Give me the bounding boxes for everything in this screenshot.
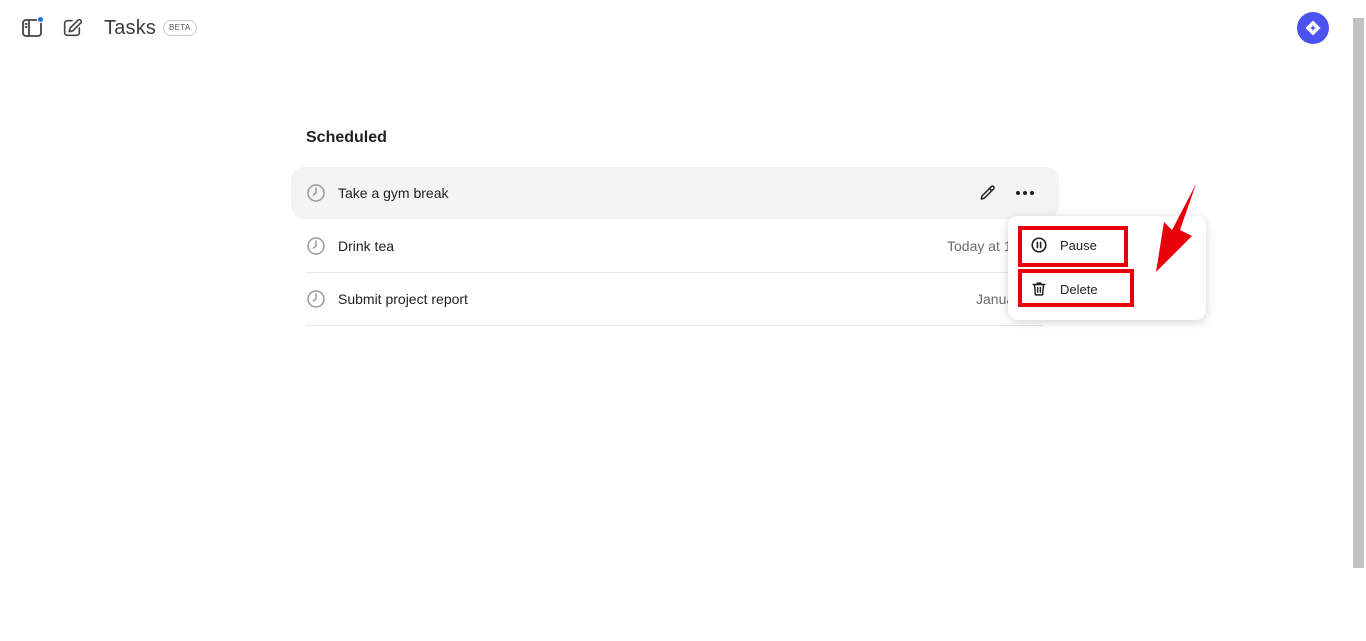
clock-icon (307, 237, 325, 255)
tasks-page: Tasks BETA Scheduled Take a gym break Dr… (0, 0, 1366, 641)
more-horizontal-icon (1016, 191, 1034, 195)
notification-dot (37, 16, 44, 23)
account-avatar[interactable] (1297, 12, 1329, 44)
task-row[interactable]: Take a gym break (291, 167, 1059, 219)
new-task-button[interactable] (59, 15, 85, 41)
annotation-highlight-pause (1018, 226, 1128, 267)
page-title: Tasks (104, 17, 157, 39)
sparkle-diamond-icon (1305, 20, 1321, 36)
beta-badge: BETA (163, 20, 197, 36)
edit-task-button[interactable] (977, 182, 999, 204)
clock-icon (307, 184, 325, 202)
more-options-button[interactable] (1009, 177, 1041, 209)
task-row[interactable]: Submit project report Janua (306, 273, 1043, 326)
pencil-icon (980, 185, 995, 200)
sidebar-toggle-button[interactable] (19, 15, 45, 41)
section-title: Scheduled (306, 129, 387, 146)
task-schedule-time: Today at 1 (947, 238, 1012, 254)
task-name: Drink tea (338, 238, 395, 254)
scrollbar-thumb[interactable] (1353, 18, 1364, 568)
task-row[interactable]: Drink tea Today at 1 (306, 220, 1043, 273)
task-name: Take a gym break (338, 185, 449, 201)
task-name: Submit project report (338, 291, 468, 307)
clock-icon (307, 290, 325, 308)
edit-square-icon (63, 18, 83, 37)
annotation-arrow-icon (1156, 184, 1196, 272)
scrollbar[interactable] (1351, 0, 1366, 641)
annotation-highlight-delete (1018, 269, 1134, 307)
